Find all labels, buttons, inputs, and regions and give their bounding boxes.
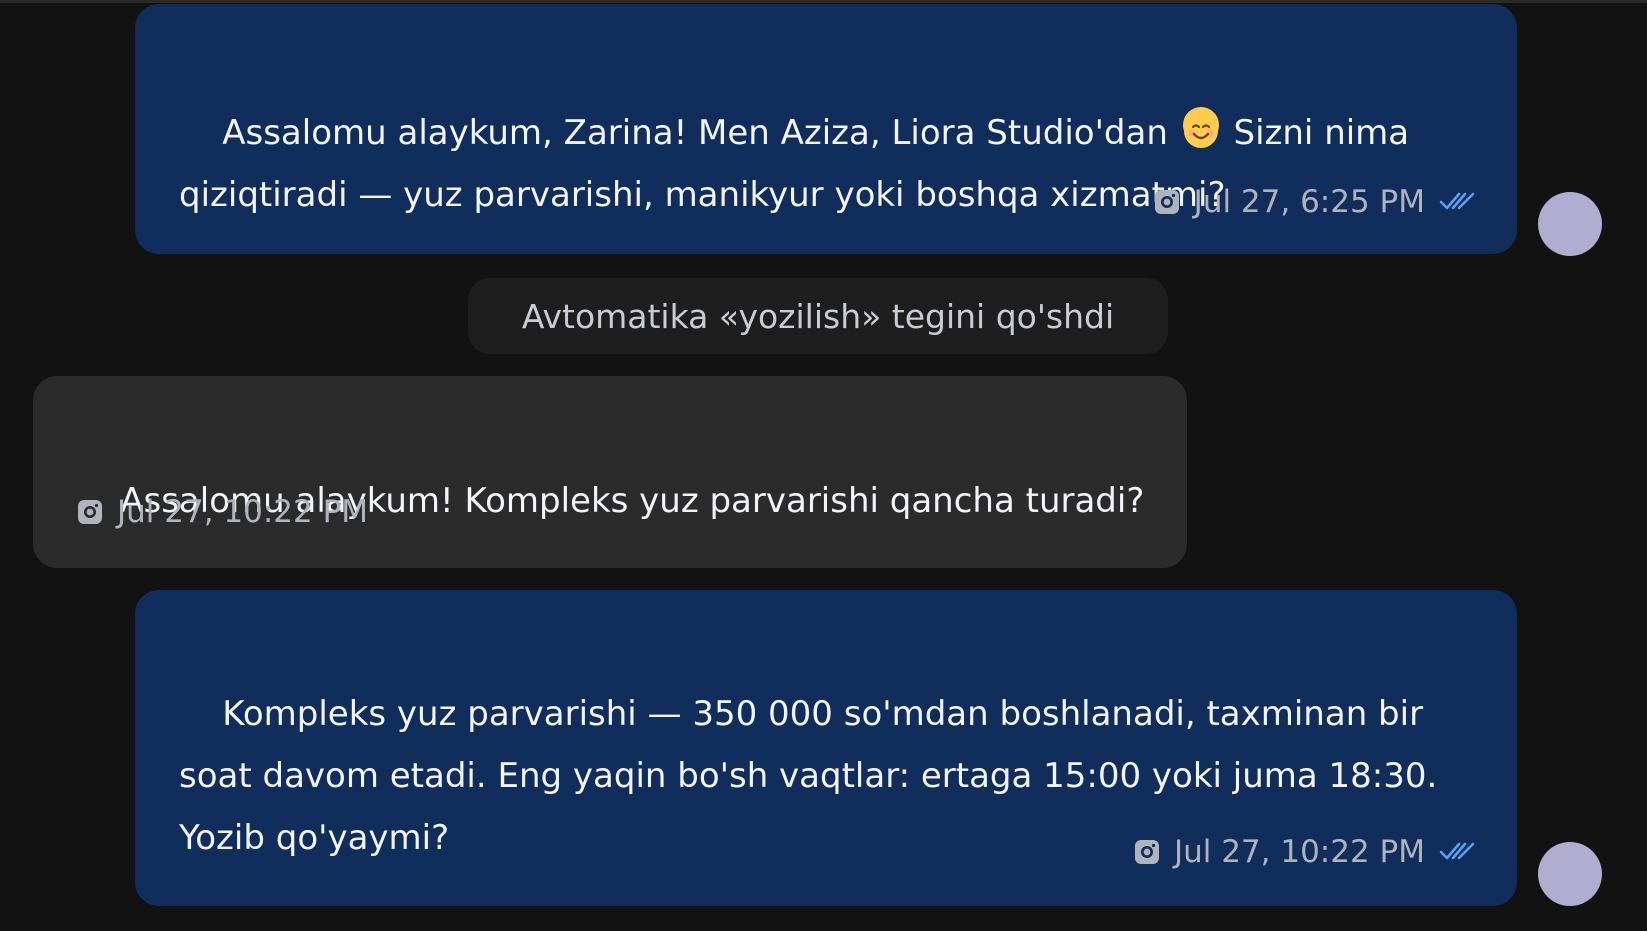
message-text-line: soat davom etadi. Eng yaqin bo'sh vaqtla… [179,756,1438,796]
message-timestamp: Jul 27, 6:25 PM [1193,184,1425,220]
message-text-line: Yozib qo'yaymi? [179,818,450,858]
message-timestamp: Jul 27, 10:22 PM [117,494,369,530]
double-check-icon [1439,184,1475,220]
avatar[interactable] [1538,192,1602,256]
smiling-face-emoji-icon [1182,107,1219,148]
message-text-line: Sizni nima [1222,113,1410,153]
message-meta: Jul 27, 10:22 PM [77,494,368,530]
incoming-message[interactable]: Assalomu alaykum! Kompleks yuz parvarish… [33,376,1187,568]
system-event-pill: Avtomatika «yozilish» tegini qo'shdi [468,278,1168,354]
top-divider [0,0,1647,3]
message-text-line: qiziqtiradi — yuz parvarishi, manikyur y… [179,175,1226,215]
instagram-icon [1154,189,1180,215]
message-text-line: Assalomu alaykum, Zarina! Men Aziza, Lio… [222,113,1179,153]
message-meta: Jul 27, 10:22 PM [1134,834,1475,870]
avatar[interactable] [1538,842,1602,906]
instagram-icon [1134,839,1160,865]
message-text-line: Kompleks yuz parvarishi — 350 000 so'mda… [222,694,1424,734]
message-text: Assalomu alaykum, Zarina! Men Aziza, Lio… [179,40,1409,288]
system-event-text: Avtomatika «yozilish» tegini qo'shdi [521,296,1115,336]
double-check-icon [1439,834,1475,870]
outgoing-message[interactable]: Kompleks yuz parvarishi — 350 000 so'mda… [135,590,1517,906]
message-text: Kompleks yuz parvarishi — 350 000 so'mda… [179,621,1437,931]
message-meta: Jul 27, 6:25 PM [1154,184,1475,220]
message-timestamp: Jul 27, 10:22 PM [1173,834,1425,870]
outgoing-message[interactable]: Assalomu alaykum, Zarina! Men Aziza, Lio… [135,4,1517,254]
instagram-icon [77,499,103,525]
